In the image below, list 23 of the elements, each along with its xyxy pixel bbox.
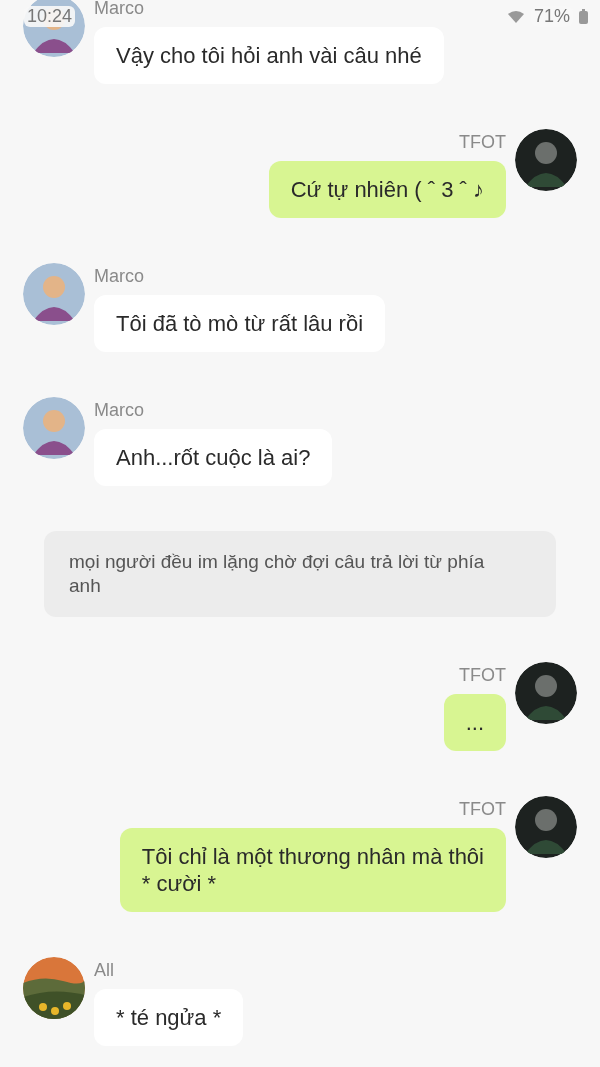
battery-icon	[579, 9, 588, 24]
sender-name: All	[94, 959, 114, 981]
avatar-figure-icon	[515, 796, 577, 858]
message-bubble: Cứ tự nhiên ( ˆ 3 ˆ ♪	[268, 161, 506, 218]
sender-name: Marco	[94, 399, 144, 421]
message-bubble: ...	[443, 694, 506, 751]
avatar-figure-icon	[23, 263, 85, 325]
narration-message: mọi người đều im lặng chờ đợi câu trả lời từ phía anh	[44, 531, 556, 617]
sender-name: TFOT	[459, 131, 506, 153]
avatar-figure-icon	[515, 129, 577, 191]
message-bubble: * té ngửa *	[94, 989, 244, 1046]
wifi-icon	[506, 9, 525, 24]
message-bubble: Tôi đã tò mò từ rất lâu rồi	[94, 295, 386, 352]
sender-name: Marco	[94, 265, 144, 287]
sender-name: TFOT	[459, 664, 506, 686]
status-time: 10:24	[24, 6, 76, 27]
message-bubble: Vậy cho tôi hỏi anh vài câu nhé	[94, 27, 444, 84]
sender-name: Marco	[94, 0, 144, 19]
message-bubble: Tôi chỉ là một thương nhân mà thôi * cười *	[119, 828, 506, 912]
message-bubble: Anh...rốt cuộc là ai?	[94, 429, 333, 486]
avatar-figure-icon	[515, 662, 577, 724]
sender-name: TFOT	[459, 798, 506, 820]
avatar-figure-icon	[23, 397, 85, 459]
